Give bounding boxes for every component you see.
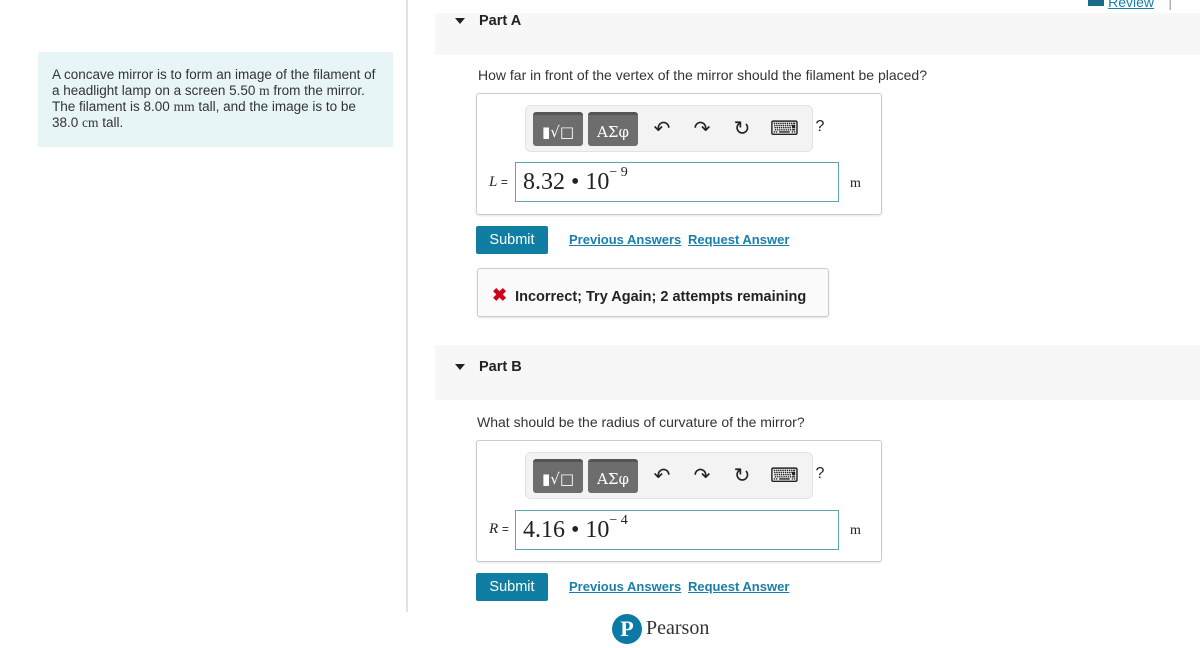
submit-button[interactable]: Submit — [476, 573, 548, 601]
keyboard-icon[interactable]: ⌨ — [770, 463, 799, 488]
reset-icon[interactable]: ↻ — [730, 116, 754, 141]
part-a-header[interactable]: Part A — [435, 13, 1200, 55]
answer-input[interactable]: 8.32 • 10− 9 — [515, 162, 839, 202]
unit-label: m — [850, 523, 861, 538]
submit-button[interactable]: Submit — [476, 226, 548, 254]
variable-label: R = — [489, 521, 509, 537]
undo-icon[interactable]: ↶ — [650, 116, 674, 141]
request-answer-link[interactable]: Request Answer — [688, 232, 789, 247]
pearson-brand: Pearson — [646, 617, 710, 639]
incorrect-x-icon: ✖ — [492, 285, 508, 305]
redo-icon[interactable]: ↷ — [690, 116, 714, 141]
problem-statement: A concave mirror is to form an image of … — [38, 52, 393, 147]
math-toolbar: ▮√□ ΑΣφ ↶ ↷ ↻ ⌨ ? — [525, 105, 824, 152]
previous-answers-link[interactable]: Previous Answers — [569, 579, 681, 594]
divider — [406, 0, 408, 612]
templates-button[interactable]: ▮√□ — [533, 112, 583, 146]
review-icon — [1088, 0, 1104, 6]
help-icon[interactable]: ? — [808, 465, 832, 483]
review-link[interactable]: Review — [1108, 0, 1154, 10]
greek-button[interactable]: ΑΣφ — [588, 112, 638, 146]
separator: | — [1168, 0, 1172, 10]
collapse-triangle-icon — [455, 18, 465, 24]
pearson-logo-icon: P — [612, 614, 642, 644]
part-a-question: How far in front of the vertex of the mi… — [478, 67, 928, 83]
part-b-answer-box: ▮√□ ΑΣφ ↶ ↷ ↻ ⌨ ? R = 4.16 • 10− 4 m — [476, 440, 882, 562]
part-b-question: What should be the radius of curvature o… — [477, 414, 805, 430]
greek-button[interactable]: ΑΣφ — [588, 459, 638, 493]
part-a-answer-box: ▮√□ ΑΣφ ↶ ↷ ↻ ⌨ ? L = 8.32 • 10− 9 m — [476, 93, 882, 215]
keyboard-icon[interactable]: ⌨ — [770, 116, 799, 141]
request-answer-link[interactable]: Request Answer — [688, 579, 789, 594]
part-b-header[interactable]: Part B — [435, 345, 1200, 400]
unit-label: m — [850, 176, 861, 191]
collapse-triangle-icon — [455, 364, 465, 370]
feedback-message: ✖ Incorrect; Try Again; 2 attempts remain… — [477, 268, 829, 317]
variable-label: L = — [489, 174, 508, 190]
part-a-label: Part A — [479, 13, 522, 29]
previous-answers-link[interactable]: Previous Answers — [569, 232, 681, 247]
redo-icon[interactable]: ↷ — [690, 463, 714, 488]
answer-input[interactable]: 4.16 • 10− 4 — [515, 510, 839, 550]
templates-button[interactable]: ▮√□ — [533, 459, 583, 493]
part-b-label: Part B — [479, 359, 522, 375]
help-icon[interactable]: ? — [808, 118, 832, 136]
undo-icon[interactable]: ↶ — [650, 463, 674, 488]
math-toolbar: ▮√□ ΑΣφ ↶ ↷ ↻ ⌨ ? — [525, 452, 824, 499]
reset-icon[interactable]: ↻ — [730, 463, 754, 488]
